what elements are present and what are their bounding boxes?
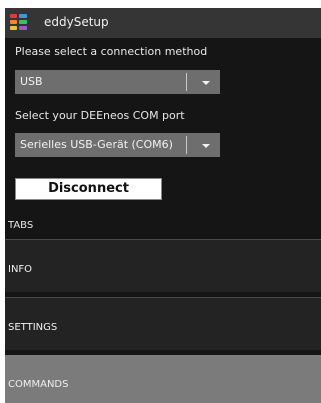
com-port-label: Select your DEEneos COM port xyxy=(15,109,185,122)
app-window: eddySetup Please select a connection met… xyxy=(5,8,321,403)
tab-info-label: INFO xyxy=(8,264,33,275)
connection-method-value: USB xyxy=(20,75,43,88)
chevron-down-icon[interactable] xyxy=(202,144,210,148)
com-port-value: Serielles USB-Gerät (COM6) xyxy=(20,138,173,151)
connection-method-select[interactable]: USB xyxy=(15,70,220,94)
app-logo-icon xyxy=(10,14,28,32)
tab-commands-label: COMMANDS xyxy=(8,379,69,390)
tab-settings[interactable]: SETTINGS xyxy=(5,297,321,350)
title-bar: eddySetup xyxy=(5,8,321,38)
tabs-heading: TABS xyxy=(8,220,34,231)
chevron-down-icon[interactable] xyxy=(202,81,210,85)
disconnect-button[interactable]: Disconnect xyxy=(15,178,162,200)
combo-divider xyxy=(186,73,187,91)
tab-settings-label: SETTINGS xyxy=(8,322,58,333)
com-port-select[interactable]: Serielles USB-Gerät (COM6) xyxy=(15,133,220,157)
tab-commands[interactable]: COMMANDS xyxy=(5,355,321,403)
window-title: eddySetup xyxy=(44,15,109,29)
connection-method-label: Please select a connection method xyxy=(15,45,208,58)
tab-info[interactable]: INFO xyxy=(5,239,321,292)
combo-divider xyxy=(186,136,187,154)
